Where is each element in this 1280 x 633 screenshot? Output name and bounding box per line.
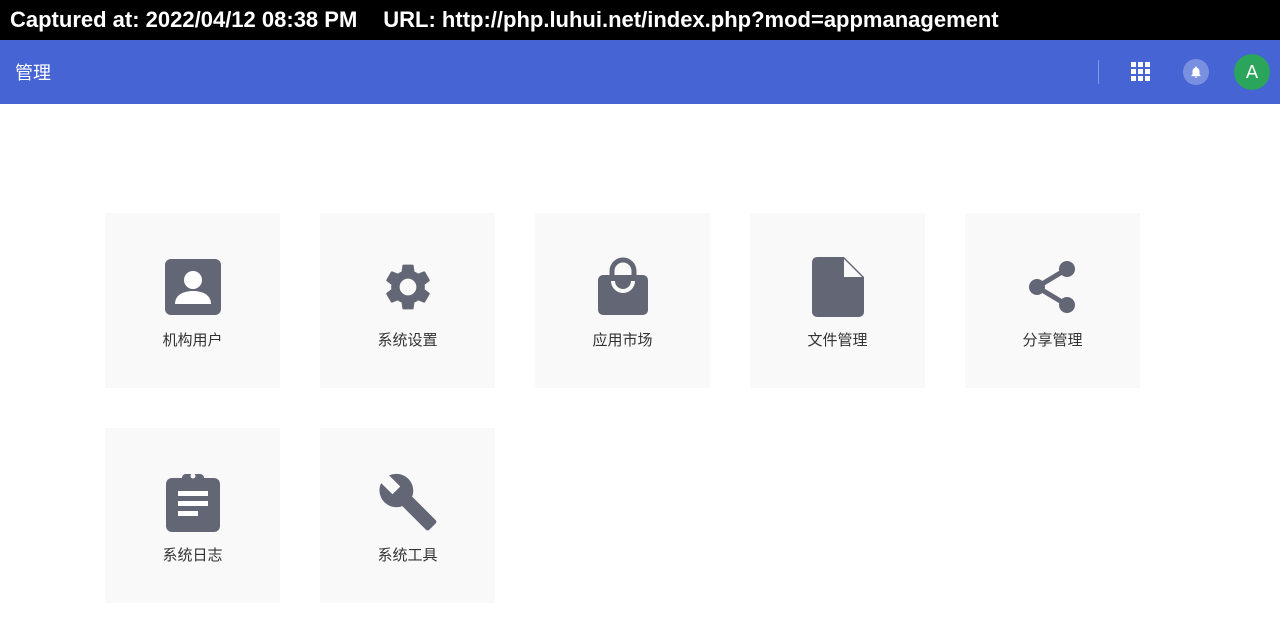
tile-label: 分享管理 [1022, 331, 1083, 349]
account-box-icon [164, 259, 221, 315]
page-title: 管理 [15, 63, 51, 84]
header-divider [1098, 60, 1099, 84]
tile-org-users[interactable]: 机构用户 [105, 213, 280, 388]
tile-label: 机构用户 [162, 331, 223, 349]
shopping-bag-icon [597, 257, 648, 315]
tile-label: 文件管理 [807, 331, 868, 349]
tile-label: 系统日志 [162, 546, 223, 564]
tile-system-settings[interactable]: 系统设置 [320, 213, 495, 388]
clipboard-icon [165, 473, 220, 532]
app-tile-grid: 机构用户 系统设置 应用市场 文件管理 分享管理 系统日志 系统工具 [105, 213, 1140, 603]
tile-file-management[interactable]: 文件管理 [750, 213, 925, 388]
captured-at-text: Captured at: 2022/04/12 08:38 PM [10, 7, 358, 32]
apps-grid-icon[interactable] [1131, 62, 1151, 82]
app-header: 管理 A [0, 40, 1280, 104]
tile-app-market[interactable]: 应用市场 [535, 213, 710, 388]
avatar[interactable]: A [1234, 54, 1270, 90]
captured-url-text: URL: http://php.luhui.net/index.php?mod=… [383, 7, 999, 32]
gear-icon [385, 264, 430, 310]
tile-share-management[interactable]: 分享管理 [965, 213, 1140, 388]
tile-system-tools[interactable]: 系统工具 [320, 428, 495, 603]
header-actions: A [1098, 40, 1270, 104]
wrench-icon [378, 473, 436, 531]
capture-info-bar: Captured at: 2022/04/12 08:38 PM URL: htt… [0, 0, 1280, 40]
file-icon [811, 257, 864, 317]
bell-icon [1191, 66, 1201, 78]
tile-label: 系统设置 [377, 331, 438, 349]
share-icon [1028, 261, 1075, 313]
tile-system-log[interactable]: 系统日志 [105, 428, 280, 603]
tile-label: 应用市场 [592, 331, 653, 349]
tile-label: 系统工具 [377, 546, 438, 564]
notification-button[interactable] [1183, 59, 1209, 85]
